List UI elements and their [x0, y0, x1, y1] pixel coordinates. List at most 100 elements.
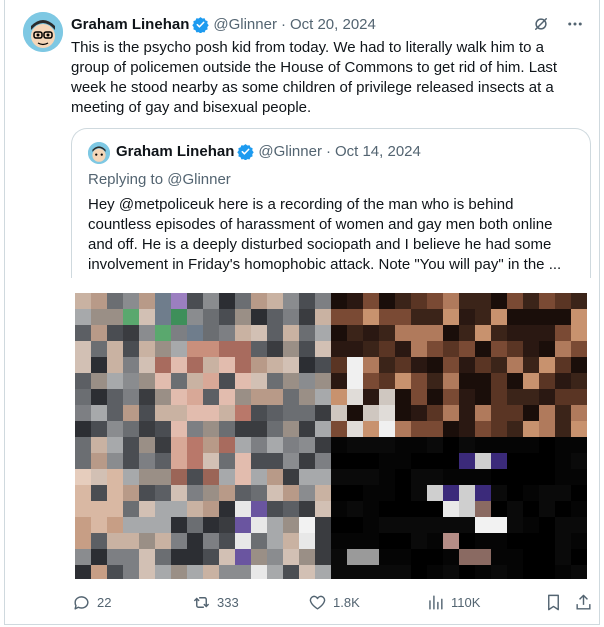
pixel-block [91, 389, 107, 405]
pixel-block [475, 469, 491, 485]
pixel-block [299, 389, 315, 405]
pixel-block [219, 501, 235, 517]
pixel-block [395, 437, 411, 453]
pixel-block [459, 437, 475, 453]
pixel-block [571, 421, 587, 437]
pixel-block [171, 453, 187, 469]
pixel-block [283, 437, 299, 453]
pixel-block [299, 549, 315, 565]
pixel-block [523, 421, 539, 437]
pixel-block [507, 565, 523, 579]
pixel-block [91, 485, 107, 501]
author-handle[interactable]: @Glinner [213, 16, 277, 33]
pixel-block [379, 309, 395, 325]
pixel-block [299, 357, 315, 373]
reply-button[interactable]: 22 [71, 592, 111, 612]
pixel-block [331, 405, 347, 421]
pixel-block [203, 357, 219, 373]
pixel-block [523, 341, 539, 357]
pixel-block [235, 325, 251, 341]
like-button[interactable]: 1.8K [307, 592, 360, 612]
pixel-block [491, 357, 507, 373]
pixel-block [427, 517, 443, 533]
pixel-block [363, 501, 379, 517]
pixel-block [91, 533, 107, 549]
pixel-block [363, 389, 379, 405]
pixel-block [379, 469, 395, 485]
pixel-block [267, 469, 283, 485]
pixelated-media-image[interactable] [75, 293, 587, 579]
pixel-block [555, 437, 571, 453]
pixel-block [107, 453, 123, 469]
pixel-block [91, 309, 107, 325]
pixel-block [571, 469, 587, 485]
pixel-block [187, 357, 203, 373]
share-button[interactable] [573, 592, 593, 612]
quoted-tweet-date[interactable]: Oct 14, 2024 [335, 143, 421, 160]
pixel-block [443, 293, 459, 309]
pixel-block [459, 549, 475, 565]
pixel-block [507, 309, 523, 325]
pixel-block [475, 517, 491, 533]
pixel-block [219, 453, 235, 469]
pixel-block [123, 325, 139, 341]
pixel-block [395, 517, 411, 533]
pixel-block [251, 341, 267, 357]
pixel-block [443, 501, 459, 517]
pixel-block [491, 293, 507, 309]
pixel-block [155, 293, 171, 309]
pixel-block [203, 533, 219, 549]
author-name[interactable]: Graham Linehan [71, 16, 189, 33]
pixel-block [123, 357, 139, 373]
more-icon[interactable] [565, 14, 585, 34]
quoted-author-name[interactable]: Graham Linehan [116, 143, 234, 160]
pixel-block [203, 405, 219, 421]
pixel-block [235, 293, 251, 309]
quoted-author-avatar[interactable] [88, 142, 110, 164]
pixel-block [251, 453, 267, 469]
pixel-block [523, 437, 539, 453]
pixel-block [75, 357, 91, 373]
pixel-block [235, 309, 251, 325]
pixel-block [523, 373, 539, 389]
pixel-block [187, 421, 203, 437]
pixel-block [315, 485, 331, 501]
pixel-block [571, 517, 587, 533]
pixel-block [219, 549, 235, 565]
pixel-block [395, 421, 411, 437]
pixel-block [171, 533, 187, 549]
tweet-card[interactable]: Graham Linehan @Glinner · Oct 20, 2024 T… [4, 0, 600, 625]
pixel-block [283, 373, 299, 389]
pixel-block [539, 437, 555, 453]
pixel-block [411, 565, 427, 579]
views-button[interactable]: 110K [425, 592, 480, 612]
author-avatar[interactable] [23, 12, 63, 52]
pixel-block [555, 549, 571, 565]
pixel-block [523, 293, 539, 309]
pixel-block [315, 437, 331, 453]
pixel-block [331, 501, 347, 517]
pixel-block [75, 533, 91, 549]
pixel-block [187, 309, 203, 325]
pixel-block [539, 517, 555, 533]
pixel-block [475, 389, 491, 405]
quoted-author-handle[interactable]: @Glinner [258, 143, 322, 160]
pixel-block [475, 373, 491, 389]
pixel-block [411, 549, 427, 565]
pixel-block [171, 325, 187, 341]
pixel-block [171, 389, 187, 405]
replying-to[interactable]: Replying to @Glinner [88, 171, 231, 188]
grok-icon[interactable] [531, 14, 551, 34]
pixel-block [379, 405, 395, 421]
pixel-block [107, 309, 123, 325]
repost-button[interactable]: 333 [191, 592, 239, 612]
pixel-block [235, 501, 251, 517]
tweet-date[interactable]: Oct 20, 2024 [290, 16, 376, 33]
pixel-block [539, 501, 555, 517]
pixel-block [475, 405, 491, 421]
pixel-block [315, 341, 331, 357]
pixel-block [443, 325, 459, 341]
bookmark-button[interactable] [543, 592, 563, 612]
quoted-tweet[interactable]: Graham Linehan @Glinner · Oct 14, 2024 R… [71, 128, 591, 278]
pixel-block [219, 341, 235, 357]
